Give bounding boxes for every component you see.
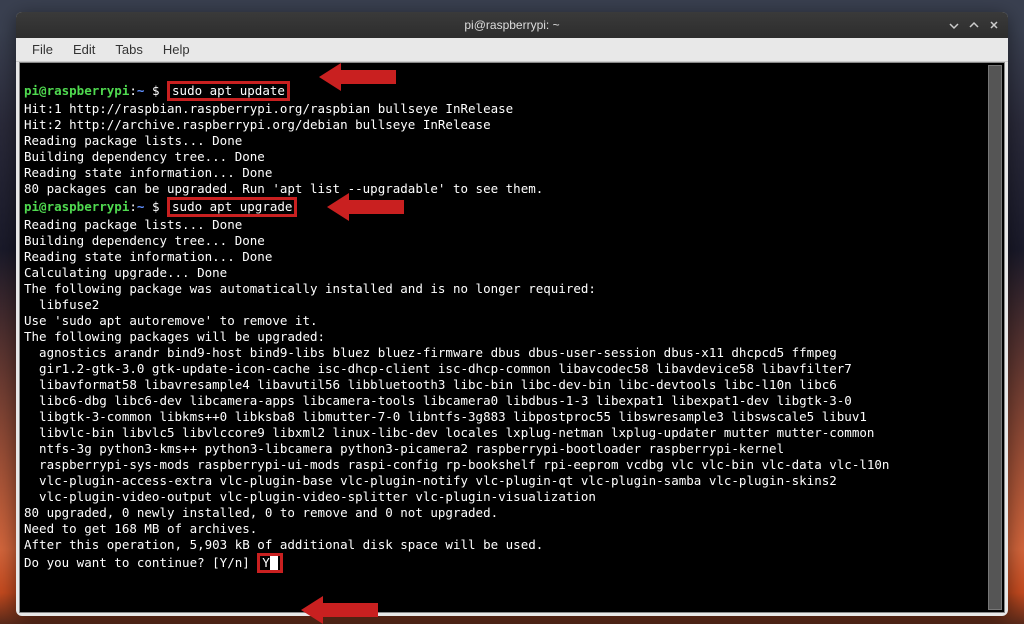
highlight-update: sudo apt update — [167, 81, 290, 101]
output-line: Reading state information... Done — [24, 249, 272, 264]
prompt-path: ~ — [137, 199, 145, 214]
output-line: Reading package lists... Done — [24, 217, 242, 232]
output-line: Reading package lists... Done — [24, 133, 242, 148]
output-line: vlc-plugin-video-output vlc-plugin-video… — [24, 489, 596, 504]
prompt-path: ~ — [137, 83, 145, 98]
output-line: The following packages will be upgraded: — [24, 329, 325, 344]
menu-edit[interactable]: Edit — [63, 40, 105, 59]
title-bar: pi@raspberrypi: ~ — [16, 12, 1008, 38]
window-title: pi@raspberrypi: ~ — [464, 18, 559, 32]
output-line: The following package was automatically … — [24, 281, 596, 296]
cmd-upgrade: sudo apt upgrade — [172, 199, 292, 214]
output-line: 80 upgraded, 0 newly installed, 0 to rem… — [24, 505, 498, 520]
output-line: Use 'sudo apt autoremove' to remove it. — [24, 313, 318, 328]
menu-tabs[interactable]: Tabs — [105, 40, 152, 59]
scrollbar-thumb[interactable] — [988, 65, 1002, 610]
output-line: Calculating upgrade... Done — [24, 265, 227, 280]
highlight-upgrade: sudo apt upgrade — [167, 197, 297, 217]
prompt-user: pi@raspberrypi — [24, 83, 129, 98]
output-line: Reading state information... Done — [24, 165, 272, 180]
output-line: Do you want to continue? [Y/n] — [24, 555, 257, 570]
prompt-symbol: $ — [152, 199, 160, 214]
output-line: Hit:2 http://archive.raspberrypi.org/deb… — [24, 117, 491, 132]
output-line: gir1.2-gtk-3.0 gtk-update-icon-cache isc… — [24, 361, 852, 376]
continue-answer: Y — [262, 555, 270, 570]
output-line: Building dependency tree... Done — [24, 233, 265, 248]
output-line: ntfs-3g python3-kms++ python3-libcamera … — [24, 441, 784, 456]
terminal-content[interactable]: pi@raspberrypi:~ $ sudo apt update Hit:1… — [19, 62, 1005, 613]
highlight-answer: Y — [257, 553, 283, 573]
output-line: libavformat58 libavresample4 libavutil56… — [24, 377, 837, 392]
menu-bar: File Edit Tabs Help — [16, 38, 1008, 62]
output-line: Building dependency tree... Done — [24, 149, 265, 164]
output-line: libc6-dbg libc6-dev libcamera-apps libca… — [24, 393, 852, 408]
output-line: After this operation, 5,903 kB of additi… — [24, 537, 543, 552]
minimize-icon[interactable] — [948, 19, 960, 31]
output-line: libvlc-bin libvlc5 libvlccore9 libxml2 l… — [24, 425, 874, 440]
menu-file[interactable]: File — [22, 40, 63, 59]
cmd-update: sudo apt update — [172, 83, 285, 98]
prompt-user: pi@raspberrypi — [24, 199, 129, 214]
output-line: Need to get 168 MB of archives. — [24, 521, 257, 536]
output-line: agnostics arandr bind9-host bind9-libs b… — [24, 345, 837, 360]
maximize-icon[interactable] — [968, 19, 980, 31]
output-line: vlc-plugin-access-extra vlc-plugin-base … — [24, 473, 837, 488]
menu-help[interactable]: Help — [153, 40, 200, 59]
output-line: libfuse2 — [24, 297, 99, 312]
output-line: raspberrypi-sys-mods raspberrypi-ui-mods… — [24, 457, 889, 472]
output-line: libgtk-3-common libkms++0 libksba8 libmu… — [24, 409, 867, 424]
close-icon[interactable] — [988, 19, 1000, 31]
output-line: 80 packages can be upgraded. Run 'apt li… — [24, 181, 543, 196]
terminal-window: pi@raspberrypi: ~ File Edit Tabs Help pi… — [16, 12, 1008, 616]
cursor-icon — [270, 556, 278, 570]
output-line: Hit:1 http://raspbian.raspberrypi.org/ra… — [24, 101, 513, 116]
scrollbar[interactable] — [988, 65, 1002, 610]
prompt-symbol: $ — [152, 83, 160, 98]
window-controls — [948, 19, 1000, 31]
